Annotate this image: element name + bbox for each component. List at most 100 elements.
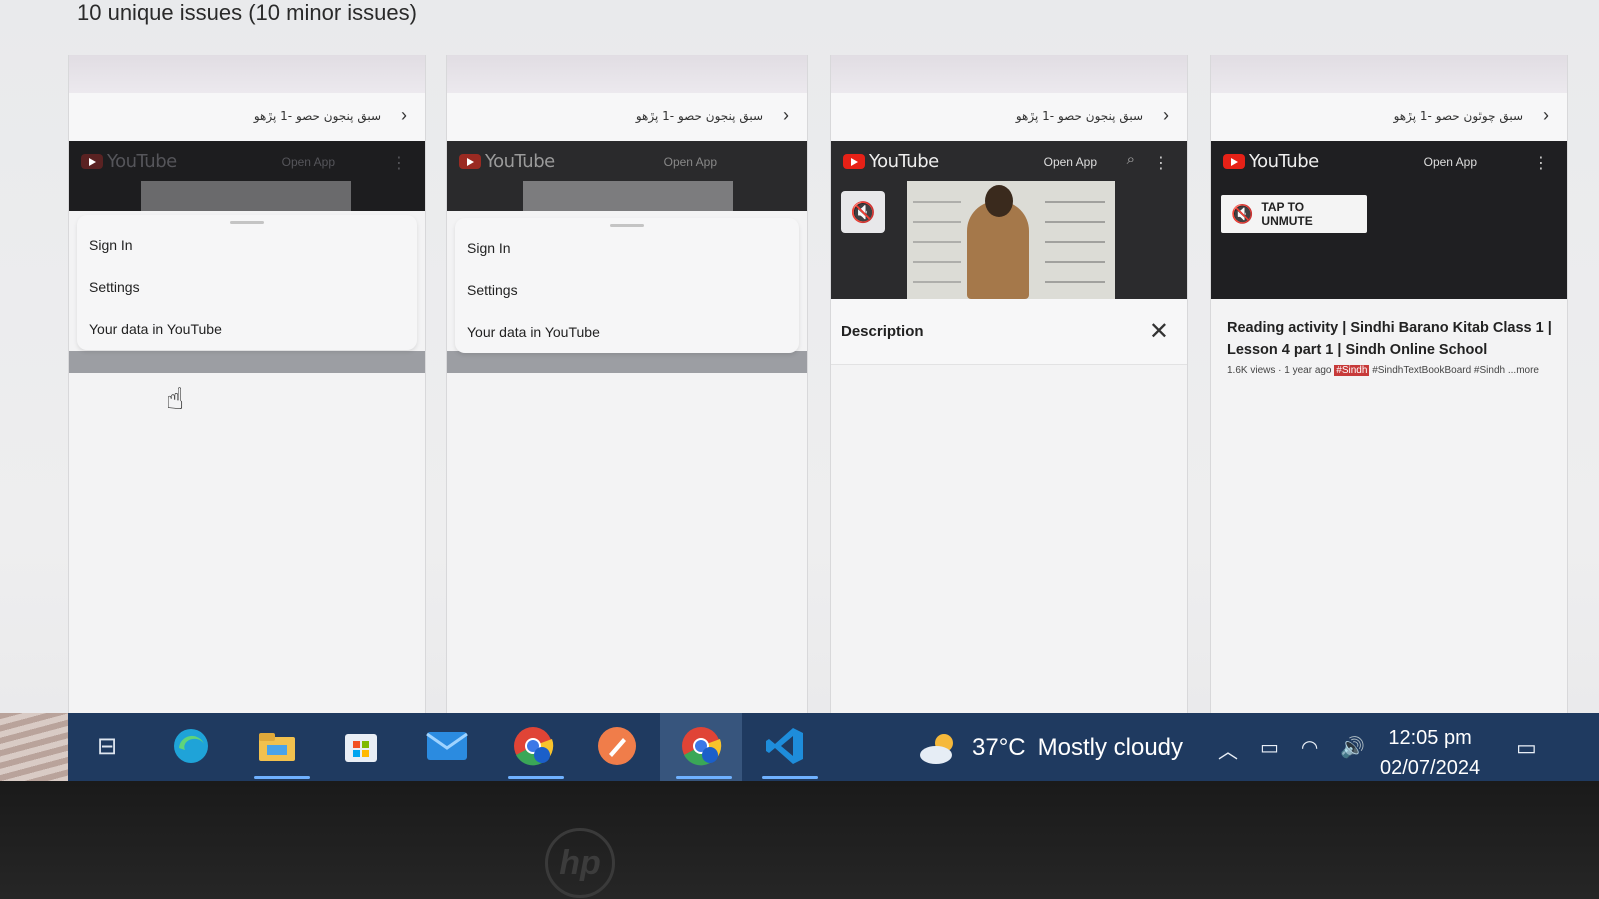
muted-speaker-icon[interactable]: 🔇 <box>841 191 885 233</box>
active-indicator <box>508 776 564 779</box>
cloud-sun-icon <box>920 734 953 764</box>
unmute-label: TAP TO UNMUTE <box>1261 200 1313 228</box>
youtube-player[interactable]: YouTube Open App ⋮ 🔇 TAP TO UNMUTE <box>1211 141 1567 299</box>
youtube-play-icon <box>843 154 865 169</box>
page-heading: 10 unique issues (10 minor issues) <box>77 0 417 25</box>
clock-date: 02/07/2024 <box>1380 757 1481 779</box>
video-frame <box>907 181 1115 299</box>
page-titlebar: سبق چوٿون حصو -1 پڙهو › <box>1211 93 1567 141</box>
teacher-head <box>985 185 1013 217</box>
video-thumbnail <box>523 181 733 211</box>
youtube-play-icon <box>81 154 103 169</box>
dim-overlay <box>447 351 807 373</box>
your-data-item[interactable]: Your data in YouTube <box>77 308 417 350</box>
more-icon[interactable]: ⋮ <box>1153 153 1169 173</box>
more-icon[interactable]: ⋮ <box>1533 153 1549 173</box>
youtube-wordmark: YouTube <box>107 151 177 172</box>
your-data-item[interactable]: Your data in YouTube <box>455 311 799 353</box>
active-indicator <box>676 776 732 779</box>
page-titlebar: سبق پنجون حصو -1 پڙهو › <box>447 93 807 141</box>
pencil-app-icon[interactable] <box>594 723 640 769</box>
board-writing <box>913 191 961 291</box>
youtube-header: YouTube Open App ⋮ <box>69 141 425 211</box>
task-view-icon[interactable]: ⊟ <box>84 723 130 769</box>
notification-icon[interactable]: ▭ <box>1516 735 1537 761</box>
open-app-button[interactable]: Open App <box>1424 155 1477 169</box>
sign-in-item[interactable]: Sign In <box>455 227 799 269</box>
screenshot-card-1[interactable]: سبق پنجون حصو -1 پڙهو › YouTube Open App… <box>68 55 426 720</box>
settings-item[interactable]: Settings <box>77 266 417 308</box>
hashtag-link[interactable]: #Sindh <box>1334 365 1370 376</box>
microsoft-store-icon[interactable] <box>338 723 384 769</box>
hand-cursor-icon: ☝ <box>166 383 185 416</box>
description-title: Description <box>841 323 924 340</box>
chevron-right-icon[interactable]: › <box>1543 105 1549 126</box>
hp-logo: hp <box>545 828 615 898</box>
youtube-logo[interactable]: YouTube <box>843 151 939 172</box>
menu-sheet: Sign In Settings Your data in YouTube <box>455 218 799 353</box>
chevron-right-icon[interactable]: › <box>1163 105 1169 126</box>
desktop-wallpaper-edge <box>0 713 68 781</box>
open-app-button[interactable]: Open App <box>664 155 717 169</box>
youtube-logo[interactable]: YouTube <box>459 151 555 172</box>
hashtag-links[interactable]: #SindhTextBookBoard #Sindh <box>1372 365 1505 376</box>
search-icon[interactable]: ⌕ <box>1127 151 1135 168</box>
menu-sheet: Sign In Settings Your data in YouTube <box>77 215 417 350</box>
rtl-page-title: سبق چوٿون حصو -1 پڙهو <box>1393 109 1523 123</box>
tap-to-unmute-button[interactable]: 🔇 TAP TO UNMUTE <box>1221 195 1367 233</box>
volume-icon[interactable]: 🔊 <box>1340 735 1365 764</box>
chevron-up-icon[interactable]: ︿ <box>1218 735 1238 764</box>
clock[interactable]: 12:05 pm 02/07/2024 <box>1380 723 1480 783</box>
youtube-player[interactable]: YouTube Open App ⌕ ⋮ 🔇 <box>831 141 1187 299</box>
mail-icon[interactable] <box>424 723 470 769</box>
taskbar: ⊟ 37°C Mostly cloudy ︿ ▭ ◠ 🔊 12:05 pm 02… <box>68 713 1599 781</box>
sign-in-item[interactable]: Sign In <box>77 224 417 266</box>
browser-tab-strip <box>1211 55 1567 93</box>
more-link[interactable]: ...more <box>1508 365 1539 376</box>
chrome-icon[interactable] <box>678 723 724 769</box>
video-thumbnail <box>141 181 351 211</box>
youtube-logo[interactable]: YouTube <box>1223 151 1319 172</box>
active-indicator <box>762 776 818 779</box>
youtube-wordmark: YouTube <box>485 151 555 172</box>
video-title[interactable]: Reading activity | Sindhi Barano Kitab C… <box>1227 317 1557 361</box>
page-titlebar: سبق پنجون حصو -1 پڙهو › <box>831 93 1187 141</box>
youtube-header: YouTube Open App <box>447 141 807 211</box>
youtube-wordmark: YouTube <box>1249 151 1319 172</box>
screenshot-card-4[interactable]: سبق چوٿون حصو -1 پڙهو › YouTube Open App… <box>1210 55 1568 720</box>
youtube-play-icon <box>1223 154 1245 169</box>
screenshot-card-2[interactable]: سبق پنجون حصو -1 پڙهو › YouTube Open App… <box>446 55 808 720</box>
weather-condition: Mostly cloudy <box>1037 734 1184 761</box>
video-meta: 1.6K views · 1 year ago #Sindh #SindhTex… <box>1227 365 1561 376</box>
board-writing <box>1045 191 1105 291</box>
more-icon[interactable]: ⋮ <box>391 153 407 173</box>
rtl-page-title: سبق پنجون حصو -1 پڙهو <box>635 109 763 123</box>
youtube-logo[interactable]: YouTube <box>81 151 177 172</box>
close-icon[interactable]: ✕ <box>1149 317 1169 346</box>
wifi-icon[interactable]: ◠ <box>1301 735 1318 764</box>
chevron-right-icon[interactable]: › <box>783 105 789 126</box>
browser-tab-strip <box>69 55 425 93</box>
settings-item[interactable]: Settings <box>455 269 799 311</box>
open-app-button[interactable]: Open App <box>1044 155 1097 169</box>
dim-overlay <box>69 351 425 373</box>
vscode-icon[interactable] <box>762 723 808 769</box>
edge-icon[interactable] <box>168 723 214 769</box>
chevron-right-icon[interactable]: › <box>401 105 407 126</box>
weather-widget[interactable]: 37°C Mostly cloudy <box>918 731 1183 765</box>
battery-icon[interactable]: ▭ <box>1260 735 1279 764</box>
weather-temp: 37°C <box>972 734 1026 761</box>
laptop-bezel <box>0 781 1599 899</box>
page-titlebar: سبق پنجون حصو -1 پڙهو › <box>69 93 425 141</box>
file-explorer-icon[interactable] <box>254 723 300 769</box>
browser-tab-strip <box>831 55 1187 93</box>
rtl-page-title: سبق پنجون حصو -1 پڙهو <box>253 109 381 123</box>
browser-tab-strip <box>447 55 807 93</box>
screenshot-card-3[interactable]: سبق پنجون حصو -1 پڙهو › YouTube Open App… <box>830 55 1188 720</box>
youtube-play-icon <box>459 154 481 169</box>
rtl-page-title: سبق پنجون حصو -1 پڙهو <box>1015 109 1143 123</box>
chrome-icon[interactable] <box>510 723 556 769</box>
clock-time: 12:05 pm <box>1388 727 1472 749</box>
youtube-wordmark: YouTube <box>869 151 939 172</box>
open-app-button[interactable]: Open App <box>282 155 335 169</box>
